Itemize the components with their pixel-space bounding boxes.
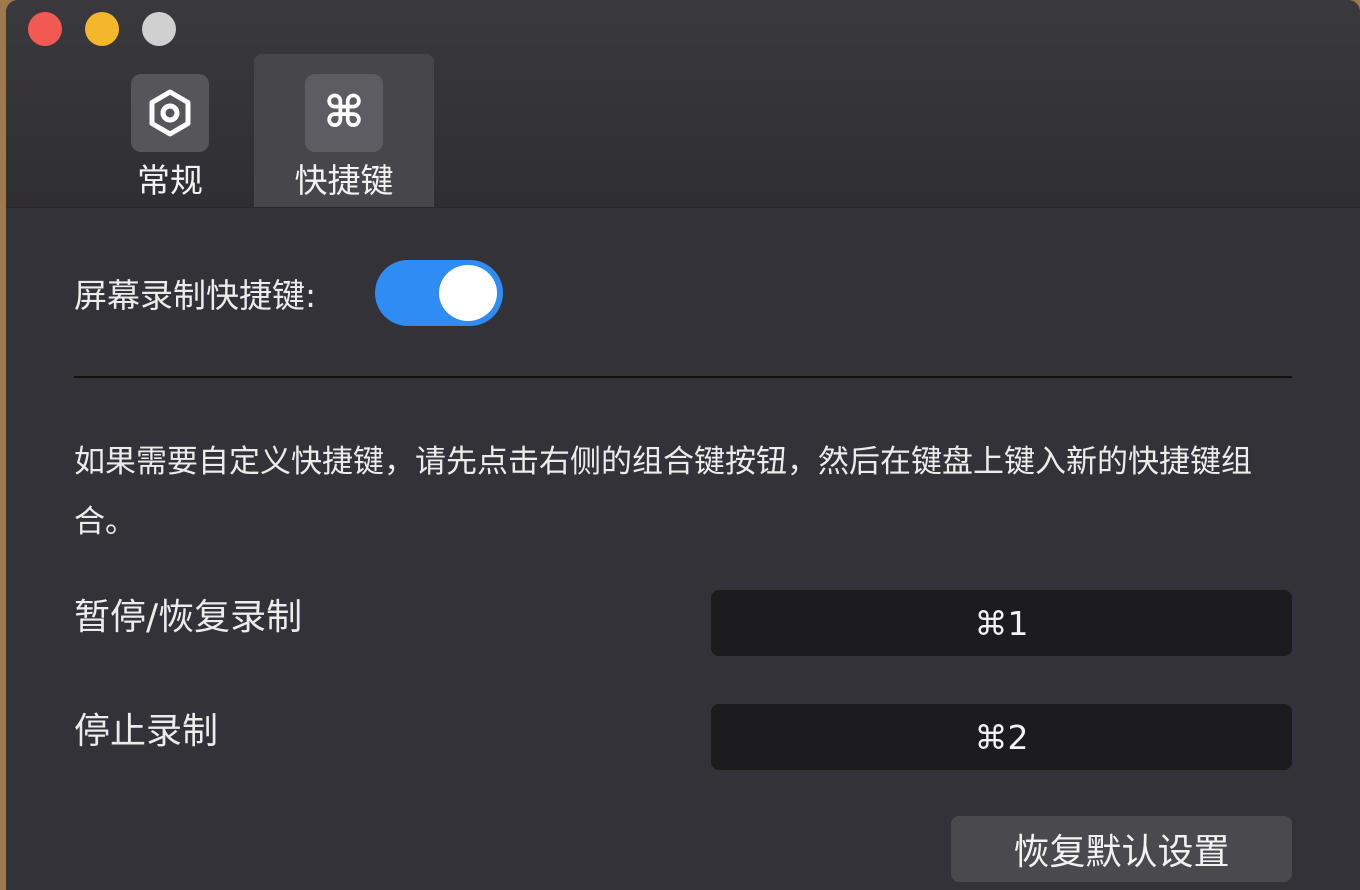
toggle-knob [439,265,497,321]
shortcuts-panel: 屏幕录制快捷键: 如果需要自定义快捷键，请先点击右侧的组合键按钮，然后在键盘上键… [6,208,1360,890]
divider [74,376,1292,378]
gear-icon [131,74,209,152]
command-icon: ⌘ [305,74,383,152]
command-icon-glyph: ⌘ [323,87,365,138]
tab-general-label: 常规 [137,161,203,200]
shortcut-recorder-pause-resume[interactable]: ⌘1 [711,590,1292,656]
minimize-window-button[interactable] [85,12,119,46]
tab-general[interactable]: 常规 [80,54,260,207]
toolbar: 常规 ⌘ 快捷键 [6,0,1360,208]
shortcut-label-stop: 停止录制 [74,711,219,752]
shortcut-recorder-stop[interactable]: ⌘2 [711,704,1292,770]
screen-record-shortcut-label: 屏幕录制快捷键: [74,276,317,315]
screen-record-shortcut-row: 屏幕录制快捷键: [74,260,316,326]
tab-shortcuts-label: 快捷键 [294,161,394,200]
tab-shortcuts[interactable]: ⌘ 快捷键 [254,54,434,207]
shortcut-label-pause-resume: 暂停/恢复录制 [74,597,303,638]
shortcut-row-stop: 停止录制 ⌘2 [74,702,1292,770]
zoom-window-button[interactable] [142,12,176,46]
restore-defaults-button[interactable]: 恢复默认设置 [951,816,1292,882]
preferences-window: 常规 ⌘ 快捷键 屏幕录制快捷键: 如果需要自定义快捷键，请先点击右侧的组合键按… [6,0,1360,890]
screen-record-shortcut-toggle[interactable] [375,260,503,326]
instructions-text: 如果需要自定义快捷键，请先点击右侧的组合键按钮，然后在键盘上键入新的快捷键组合。 [74,444,1252,540]
close-window-button[interactable] [28,12,62,46]
shortcut-row-pause-resume: 暂停/恢复录制 ⌘1 [74,588,1292,656]
